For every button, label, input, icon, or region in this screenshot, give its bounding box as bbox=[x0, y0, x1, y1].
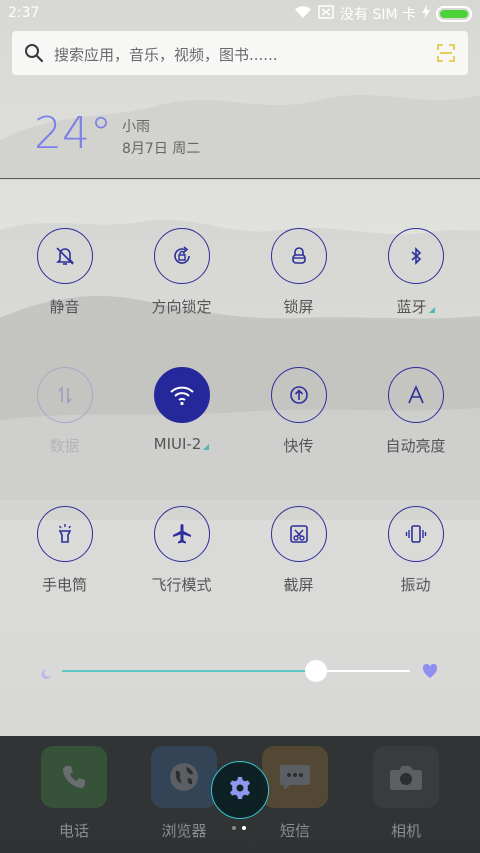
toggle-label: 方向锁定 bbox=[151, 298, 212, 316]
search-bar[interactable]: 搜索应用，音乐，视频，图书...... bbox=[12, 31, 468, 75]
message-icon bbox=[262, 746, 328, 808]
flashlight-icon bbox=[36, 506, 93, 562]
lock-screen-icon bbox=[270, 228, 327, 284]
toggle-label: 自动亮度 bbox=[385, 437, 446, 455]
toggle-vibrate[interactable]: 振动 bbox=[357, 506, 474, 595]
dock-app-label: 浏览器 bbox=[161, 822, 207, 840]
toggle-label: 静音 bbox=[49, 298, 80, 316]
toggle-mobile-data[interactable]: 数据 bbox=[6, 367, 123, 456]
browser-icon bbox=[151, 746, 217, 808]
dock-app-label: 相机 bbox=[390, 822, 421, 840]
toggle-airplane-mode[interactable]: 飞行模式 bbox=[123, 506, 240, 595]
toggle-label: 数据 bbox=[49, 437, 80, 455]
panel-divider bbox=[0, 178, 480, 179]
sim-status-text: 没有 SIM 卡 bbox=[340, 7, 416, 23]
toggle-quick-transfer[interactable]: 快传 bbox=[240, 367, 357, 456]
brightness-slider[interactable] bbox=[40, 656, 440, 686]
settings-gear-icon bbox=[227, 775, 253, 805]
toggle-label: 蓝牙 bbox=[357, 296, 474, 317]
dock-app-phone[interactable]: 电话 bbox=[34, 746, 114, 841]
toggle-screenshot[interactable]: 截屏 bbox=[240, 506, 357, 595]
toggle-bluetooth[interactable]: 蓝牙 bbox=[357, 228, 474, 317]
page-dot-active bbox=[242, 826, 246, 830]
brightness-thumb[interactable] bbox=[305, 660, 328, 682]
battery-icon bbox=[436, 6, 472, 22]
dock-app-label: 电话 bbox=[58, 822, 89, 840]
brightness-high-icon bbox=[422, 663, 438, 683]
dock-app-camera[interactable]: 相机 bbox=[366, 746, 446, 841]
weather-date: 8月7日 周二 bbox=[122, 141, 201, 157]
toggle-label: 快传 bbox=[283, 437, 314, 455]
phone-icon bbox=[41, 746, 107, 808]
settings-button[interactable] bbox=[211, 761, 269, 819]
wifi-icon bbox=[153, 367, 210, 423]
auto-brightness-icon bbox=[387, 367, 444, 423]
airplane-icon bbox=[153, 506, 210, 562]
camera-icon bbox=[373, 746, 439, 808]
scan-icon[interactable] bbox=[436, 43, 456, 67]
toggle-label: 锁屏 bbox=[283, 298, 314, 316]
search-placeholder: 搜索应用，音乐，视频，图书...... bbox=[54, 46, 278, 64]
toggle-auto-brightness[interactable]: 自动亮度 bbox=[357, 367, 474, 456]
rotation-lock-icon bbox=[153, 228, 210, 284]
status-time: 2:37 bbox=[8, 5, 40, 21]
temperature: 24° bbox=[34, 108, 112, 159]
page-dot bbox=[232, 826, 236, 830]
quick-transfer-icon bbox=[270, 367, 327, 423]
vibrate-icon bbox=[387, 506, 444, 562]
status-icons: 没有 SIM 卡 bbox=[294, 4, 472, 24]
weather-widget[interactable]: 24° 小雨 8月7日 周二 bbox=[0, 96, 480, 178]
toggle-wifi[interactable]: MIUI-2 bbox=[123, 367, 240, 453]
toggle-lock-screen[interactable]: 锁屏 bbox=[240, 228, 357, 317]
bluetooth-icon bbox=[387, 228, 444, 284]
brightness-track[interactable] bbox=[40, 656, 440, 686]
mobile-data-icon bbox=[36, 367, 93, 423]
dock-app-label: 短信 bbox=[279, 822, 310, 840]
search-icon bbox=[24, 43, 44, 67]
more-settings-corner-icon bbox=[428, 307, 435, 313]
more-settings-corner-icon bbox=[203, 444, 210, 450]
wifi-status-icon bbox=[294, 5, 312, 23]
battery-level-fill bbox=[440, 10, 468, 18]
toggle-rotation-lock[interactable]: 方向锁定 bbox=[123, 228, 240, 317]
toggle-label: 振动 bbox=[400, 576, 431, 594]
status-bar: 2:37 没有 SIM 卡 bbox=[0, 0, 480, 28]
screenshot-icon bbox=[270, 506, 327, 562]
toggle-label: 飞行模式 bbox=[151, 576, 212, 594]
weather-condition: 小雨 bbox=[122, 119, 150, 135]
toggle-label-text: 蓝牙 bbox=[396, 298, 427, 316]
toggle-label-text: MIUI-2 bbox=[153, 435, 202, 453]
charging-icon bbox=[422, 5, 430, 23]
toggle-mute[interactable]: 静音 bbox=[6, 228, 123, 317]
toggle-label: MIUI-2 bbox=[123, 435, 240, 453]
toggle-label: 截屏 bbox=[283, 576, 314, 594]
toggle-label: 手电筒 bbox=[41, 576, 87, 594]
no-sim-icon bbox=[318, 5, 334, 23]
mute-bell-icon bbox=[36, 228, 93, 284]
page-indicator bbox=[232, 826, 252, 832]
toggle-flashlight[interactable]: 手电筒 bbox=[6, 506, 123, 595]
